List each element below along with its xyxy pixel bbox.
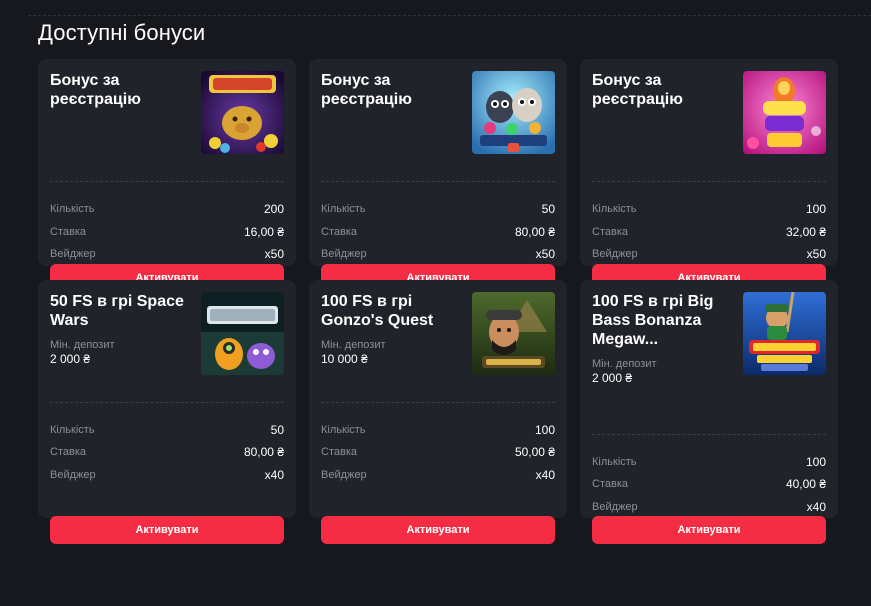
space-wars-icon — [201, 291, 284, 375]
card-divider — [321, 181, 555, 182]
card-header: 100 FS в грі Gonzo's Quest Мін. депозит … — [321, 291, 555, 390]
stat-label: Ставка — [50, 225, 86, 238]
card-header: Бонус за реєстрацію — [50, 71, 284, 169]
bonus-title: Бонус за реєстрацію — [592, 72, 683, 108]
activate-button[interactable]: Активувати — [592, 515, 826, 544]
stat-label: Ставка — [592, 225, 628, 238]
card-divider — [321, 401, 555, 403]
bonus-title: 50 FS в грі Space Wars — [50, 292, 184, 329]
stat-quantity: Кількість 100 — [321, 419, 555, 442]
stat-label: Вейджер — [50, 468, 96, 481]
stat-value: 50 — [270, 422, 284, 437]
bonus-card: Бонус за реєстрацію — [38, 59, 296, 292]
stat-value: 80,00 ₴ — [243, 445, 284, 460]
bonus-title: Бонус за реєстрацію — [321, 72, 412, 108]
stat-label: Кількість — [321, 203, 366, 216]
stat-wager: Вейджер x50 — [50, 243, 284, 266]
stat-wager: Вейджер x40 — [592, 496, 826, 519]
stat-label: Кількість — [321, 423, 366, 436]
stat-label: Вейджер — [321, 248, 367, 261]
stat-value: 100 — [805, 202, 826, 217]
sugar-rush-thumbnail[interactable] — [743, 71, 826, 154]
stat-value: x40 — [535, 467, 555, 482]
stat-value: 16,00 ₴ — [243, 224, 284, 239]
section-title: Доступні бонуси — [38, 20, 206, 45]
card-header: 100 FS в грі Big Bass Bonanza Megaw... М… — [592, 291, 826, 423]
stat-label: Вейджер — [321, 468, 367, 481]
stat-quantity: Кількість 100 — [592, 198, 826, 221]
card-header: Бонус за реєстрацію — [321, 71, 555, 169]
reactoonz-icon — [472, 71, 555, 154]
bonus-title: 100 FS в грі Gonzo's Quest — [321, 292, 434, 329]
bonus-card: 50 FS в грі Space Wars Мін. депозит 2 00… — [38, 279, 296, 544]
stat-wager: Вейджер x50 — [321, 243, 555, 266]
card-divider — [592, 433, 826, 435]
stat-value: 100 — [805, 454, 826, 469]
stat-label: Кількість — [50, 423, 95, 436]
stat-value: x40 — [806, 499, 826, 514]
card-divider — [50, 401, 284, 403]
stat-wager: Вейджер x50 — [592, 243, 826, 266]
stat-value: 200 — [263, 202, 284, 217]
stat-quantity: Кількість 100 — [592, 451, 826, 474]
stat-label: Кількість — [592, 455, 637, 468]
sugar-rush-icon — [743, 71, 826, 154]
stat-stake: Ставка 40,00 ₴ — [592, 473, 826, 496]
stat-label: Ставка — [321, 225, 357, 238]
stat-label: Вейджер — [592, 248, 638, 261]
stat-value: 100 — [534, 422, 555, 437]
card-divider — [50, 181, 284, 182]
stat-value: 50,00 ₴ — [514, 445, 555, 460]
stat-value: x50 — [535, 247, 555, 262]
piggy-riches-icon — [201, 71, 284, 154]
stat-stake: Ставка 80,00 ₴ — [50, 441, 284, 464]
card-header: 50 FS в грі Space Wars Мін. депозит 2 00… — [50, 291, 284, 390]
bonuses-page: Доступні бонуси Бонус за реєстрацію Кіль… — [0, 0, 871, 606]
stat-label: Ставка — [321, 446, 357, 459]
bonus-title: Бонус за реєстрацію — [50, 72, 141, 108]
stat-stake: Ставка 16,00 ₴ — [50, 221, 284, 244]
stat-value: 50 — [541, 202, 555, 217]
stat-quantity: Кількість 50 — [321, 198, 555, 221]
stat-stake: Ставка 80,00 ₴ — [321, 221, 555, 244]
stat-stake: Ставка 32,00 ₴ — [592, 221, 826, 244]
reactoonz-thumbnail[interactable] — [472, 71, 555, 154]
space-wars-thumbnail[interactable] — [201, 291, 284, 375]
card-header: Бонус за реєстрацію — [592, 71, 826, 169]
stat-label: Вейджер — [592, 500, 638, 513]
bonus-card: Бонус за реєстрацію — [580, 59, 838, 292]
stat-quantity: Кількість 50 — [50, 419, 284, 442]
stat-wager: Вейджер x40 — [321, 464, 555, 487]
card-divider — [592, 181, 826, 182]
top-divider — [28, 15, 871, 16]
bonus-card: 100 FS в грі Gonzo's Quest Мін. депозит … — [309, 279, 567, 544]
stat-wager: Вейджер x40 — [50, 464, 284, 487]
stat-value: 40,00 ₴ — [785, 477, 826, 492]
piggy-riches-thumbnail[interactable] — [201, 71, 284, 154]
bonus-grid: Бонус за реєстрацію Кількість 200 Ставка… — [38, 59, 838, 544]
activate-button[interactable]: Активувати — [321, 515, 555, 544]
stat-label: Вейджер — [50, 248, 96, 261]
stat-label: Кількість — [50, 203, 95, 216]
stat-label: Ставка — [50, 446, 86, 459]
bonus-card: 100 FS в грі Big Bass Bonanza Megaw... М… — [580, 279, 838, 544]
stat-label: Ставка — [592, 478, 628, 491]
big-bass-icon — [743, 291, 826, 375]
stat-value: x50 — [806, 247, 826, 262]
bonus-title: 100 FS в грі Big Bass Bonanza Megaw... — [592, 292, 714, 348]
stat-label: Кількість — [592, 203, 637, 216]
big-bass-thumbnail[interactable] — [743, 291, 826, 375]
stat-quantity: Кількість 200 — [50, 198, 284, 221]
stat-value: 80,00 ₴ — [514, 224, 555, 239]
bonus-card: Бонус за реєстрацію — [309, 59, 567, 292]
stat-stake: Ставка 50,00 ₴ — [321, 441, 555, 464]
activate-button[interactable]: Активувати — [50, 515, 284, 544]
stat-value: x40 — [264, 467, 284, 482]
stat-value: 32,00 ₴ — [785, 224, 826, 239]
gonzos-quest-thumbnail[interactable] — [472, 291, 555, 375]
gonzos-quest-icon — [472, 291, 555, 375]
stat-value: x50 — [264, 247, 284, 262]
